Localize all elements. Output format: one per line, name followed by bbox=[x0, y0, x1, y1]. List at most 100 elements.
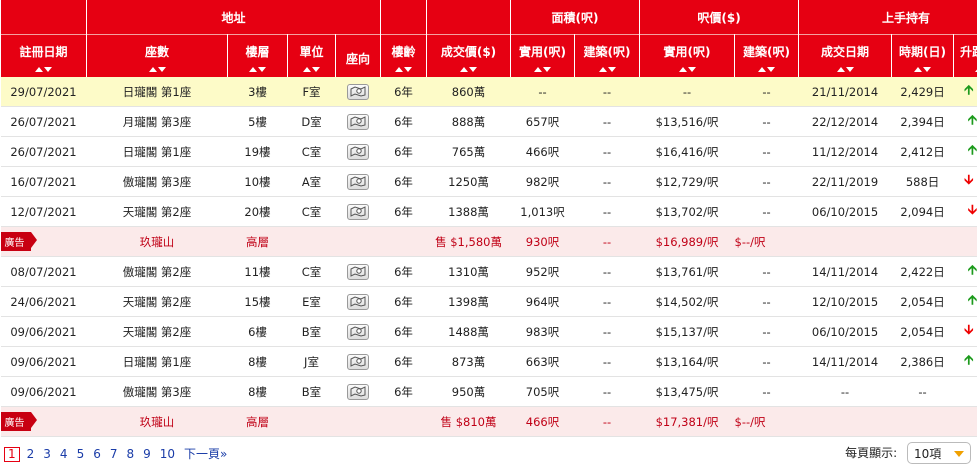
prev-date-value: 11/12/2014 bbox=[811, 144, 879, 159]
map-pin-icon[interactable] bbox=[347, 353, 369, 370]
hold-days: 2,422日 bbox=[891, 256, 954, 287]
sort-arrows-icon[interactable] bbox=[799, 66, 891, 74]
ad-row[interactable]: 廣告 玖瓏山 高層 售 $1,580萬 930呎 -- $16,989/呎 $--/呎 bbox=[0, 226, 977, 257]
sort-arrows-icon[interactable] bbox=[288, 66, 335, 74]
map-pin-icon[interactable] bbox=[347, 383, 369, 400]
header-reg-date[interactable]: 註冊日期 bbox=[0, 34, 87, 77]
gross-ppf-value: -- bbox=[762, 174, 771, 189]
page-link-10[interactable]: 10 bbox=[160, 447, 175, 461]
page-link-9[interactable]: 9 bbox=[143, 447, 151, 461]
next-page-link[interactable]: 下一頁» bbox=[184, 447, 227, 461]
unit: C室 bbox=[287, 196, 336, 227]
saleable-ppf: $13,516/呎 bbox=[639, 106, 735, 137]
saleable-area: 983呎 bbox=[510, 316, 575, 347]
header-age[interactable]: 樓齡 bbox=[380, 34, 428, 77]
ad-gross-value: -- bbox=[602, 414, 612, 429]
sort-arrows-icon[interactable] bbox=[427, 66, 510, 74]
header-gross[interactable]: 建築(呎) bbox=[574, 34, 641, 77]
sort-arrows-icon[interactable] bbox=[511, 66, 574, 74]
table-row[interactable]: 16/07/2021 傲瓏閣 第3座 10樓 A室 6年 1250萬 982呎 -- $12,7… bbox=[0, 166, 977, 197]
gross-area-value: -- bbox=[602, 144, 612, 159]
map-pin-icon[interactable] bbox=[347, 323, 369, 340]
header-unit[interactable]: 單位 bbox=[287, 34, 336, 77]
ad-row[interactable]: 廣告 玖瓏山 高層 售 $810萬 466呎 -- $17,381/呎 $--/呎 bbox=[0, 406, 977, 437]
header-price[interactable]: 成交價($) bbox=[426, 34, 512, 77]
table-row[interactable]: 26/07/2021 日瓏閣 第1座 19樓 C室 6年 765萬 466呎 -- $16,41… bbox=[0, 136, 977, 167]
page-link-5[interactable]: 5 bbox=[77, 447, 85, 461]
sort-arrows-icon[interactable] bbox=[1, 66, 86, 74]
header-floor[interactable]: 樓層 bbox=[227, 34, 288, 77]
arrow-down-icon: 🡫 bbox=[964, 322, 974, 338]
price-value: 1488萬 bbox=[448, 324, 489, 339]
table-row[interactable]: 12/07/2021 天瓏閣 第2座 20樓 C室 6年 1388萬 1,013呎 -- $13… bbox=[0, 196, 977, 227]
hold-days-value: 2,412日 bbox=[900, 144, 945, 159]
ad-badge: 廣告 bbox=[0, 232, 37, 251]
page-link-3[interactable]: 3 bbox=[43, 447, 51, 461]
page-link-1[interactable]: 1 bbox=[4, 447, 20, 462]
map-pin-icon[interactable] bbox=[347, 143, 369, 160]
gross-area: -- bbox=[574, 316, 640, 347]
sort-arrows-icon[interactable] bbox=[228, 66, 287, 74]
prev-date-value: 22/12/2014 bbox=[811, 114, 879, 129]
page-link-6[interactable]: 6 bbox=[93, 447, 101, 461]
header-saleable[interactable]: 實用(呎) bbox=[510, 34, 576, 77]
block: 天瓏閣 第2座 bbox=[86, 316, 228, 347]
table-row[interactable]: 24/06/2021 天瓏閣 第2座 15樓 E室 6年 1398萬 964呎 -- $14,5… bbox=[0, 286, 977, 317]
ad-badge: 廣告 bbox=[0, 412, 37, 431]
prev-date-value: -- bbox=[840, 384, 850, 399]
sort-arrows-icon[interactable] bbox=[381, 66, 426, 74]
header-prev-date[interactable]: 成交日期 bbox=[798, 34, 893, 77]
table-row[interactable]: 09/06/2021 天瓏閣 第2座 6樓 B室 6年 1488萬 983呎 -- $15,13… bbox=[0, 316, 977, 347]
saleable-area-value: 1,013呎 bbox=[520, 204, 565, 219]
reg-date-value: 26/07/2021 bbox=[10, 114, 77, 129]
per-page-select[interactable]: 10項 bbox=[907, 442, 971, 464]
map-pin-icon[interactable] bbox=[347, 263, 369, 280]
prev-date-value: 12/10/2015 bbox=[811, 294, 879, 309]
map-pin-icon[interactable] bbox=[347, 173, 369, 190]
gross-ppf: -- bbox=[734, 286, 799, 317]
floor: 10樓 bbox=[227, 166, 288, 197]
sort-arrows-icon[interactable] bbox=[954, 66, 977, 74]
table-row[interactable]: 29/07/2021 日瓏閣 第1座 3樓 F室 6年 860萬 -- -- -- -- 21/11… bbox=[0, 77, 977, 107]
saleable-ppf-value: $13,475/呎 bbox=[655, 384, 719, 399]
table-row[interactable]: 08/07/2021 傲瓏閣 第2座 11樓 C室 6年 1310萬 952呎 -- $13,7… bbox=[0, 256, 977, 287]
floor-value: 5樓 bbox=[248, 114, 267, 129]
block: 傲瓏閣 第3座 bbox=[86, 376, 228, 407]
sort-arrows-icon[interactable] bbox=[640, 66, 734, 74]
page-link-4[interactable]: 4 bbox=[60, 447, 68, 461]
reg-date-value: 24/06/2021 bbox=[10, 294, 77, 309]
header-saleable-ppf[interactable]: 實用(呎) bbox=[639, 34, 736, 77]
map-pin-icon[interactable] bbox=[347, 293, 369, 310]
page-link-2[interactable]: 2 bbox=[27, 447, 35, 461]
map-pin-icon[interactable] bbox=[347, 113, 369, 130]
header-gross-ppf[interactable]: 建築(呎) bbox=[734, 34, 800, 77]
saleable-area: 982呎 bbox=[510, 166, 575, 197]
hold-days: 2,412日 bbox=[891, 136, 954, 167]
reg-date-value: 09/06/2021 bbox=[10, 324, 77, 339]
reg-date: 16/07/2021 bbox=[0, 166, 87, 197]
page-link-7[interactable]: 7 bbox=[110, 447, 118, 461]
header-block[interactable]: 座數 bbox=[86, 34, 228, 77]
sort-arrows-icon[interactable] bbox=[892, 66, 953, 74]
saleable-area-value: 982呎 bbox=[525, 174, 560, 189]
saleable-ppf-value: $13,164/呎 bbox=[655, 354, 719, 369]
header-change[interactable]: 升跌(%) bbox=[953, 34, 977, 77]
header-spacer bbox=[0, 0, 87, 35]
header-hold-days[interactable]: 時期(日) bbox=[891, 34, 955, 77]
sort-arrows-icon[interactable] bbox=[735, 66, 798, 74]
building-age-value: 6年 bbox=[394, 114, 413, 129]
table-row[interactable]: 09/06/2021 傲瓏閣 第3座 8樓 B室 6年 950萬 705呎 -- $13,475… bbox=[0, 376, 977, 407]
saleable-area: 466呎 bbox=[510, 136, 575, 167]
table-row[interactable]: 26/07/2021 月瓏閣 第3座 5樓 D室 6年 888萬 657呎 -- $13,516… bbox=[0, 106, 977, 137]
map-pin-icon[interactable] bbox=[347, 83, 369, 100]
ad-gross-ppf: $--/呎 bbox=[734, 226, 799, 257]
sort-arrows-icon[interactable] bbox=[575, 66, 639, 74]
page-link-8[interactable]: 8 bbox=[126, 447, 134, 461]
saleable-area-value: 663呎 bbox=[525, 354, 560, 369]
sort-arrows-icon[interactable] bbox=[87, 66, 227, 74]
header-facing[interactable]: 座向 bbox=[334, 34, 382, 77]
floor-value: 11樓 bbox=[244, 264, 271, 279]
map-pin-icon[interactable] bbox=[347, 203, 369, 220]
table-row[interactable]: 09/06/2021 日瓏閣 第1座 8樓 J室 6年 873萬 663呎 -- $13,164… bbox=[0, 346, 977, 377]
saleable-area-value: 952呎 bbox=[525, 264, 560, 279]
